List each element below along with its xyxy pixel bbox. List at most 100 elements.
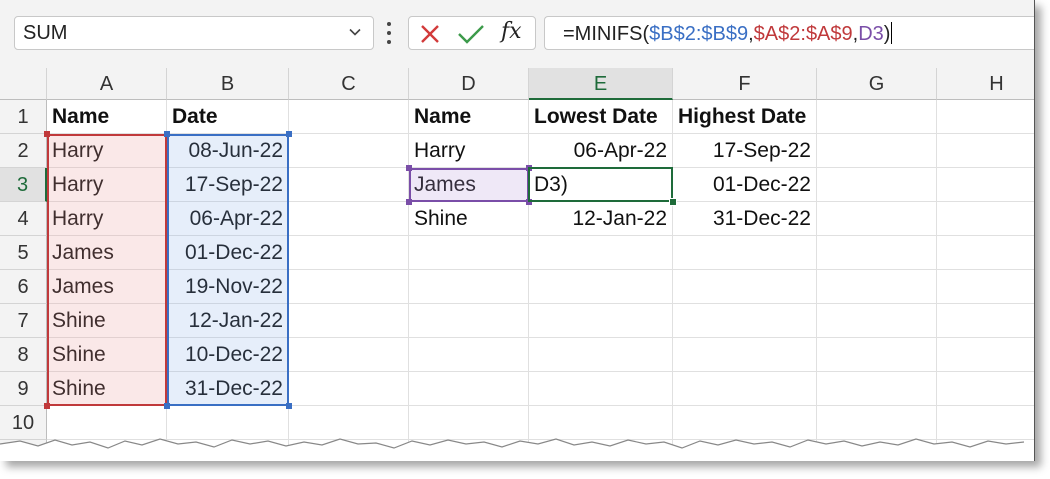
cell-e5[interactable] [529,236,673,270]
cell-b6[interactable]: 19-Nov-22 [167,270,289,304]
column-header-g[interactable]: G [817,68,937,100]
cell-a5[interactable]: James [47,236,167,270]
cell-e9[interactable] [529,372,673,406]
cell-a2[interactable]: Harry [47,134,167,168]
range-handle[interactable] [44,403,50,409]
cell-c3[interactable] [289,168,409,202]
row-header-3[interactable]: 3 [0,168,47,202]
cell-f5[interactable] [673,236,817,270]
column-header-f[interactable]: F [673,68,817,100]
cell-d9[interactable] [409,372,529,406]
range-handle[interactable] [286,403,292,409]
cell-b9[interactable]: 31-Dec-22 [167,372,289,406]
cell-f6[interactable] [673,270,817,304]
chevron-down-icon[interactable] [349,26,361,38]
cell-g8[interactable] [817,338,937,372]
cell-c9[interactable] [289,372,409,406]
cell-h8[interactable] [937,338,1034,372]
cell-d8[interactable] [409,338,529,372]
cell-h9[interactable] [937,372,1034,406]
cell-e7[interactable] [529,304,673,338]
cell-f4[interactable]: 31-Dec-22 [673,202,817,236]
cell-f7[interactable] [673,304,817,338]
cell-a8[interactable]: Shine [47,338,167,372]
cell-f3[interactable]: 01-Dec-22 [673,168,817,202]
cell-e4[interactable]: 12-Jan-22 [529,202,673,236]
cell-d6[interactable] [409,270,529,304]
cell-b2[interactable]: 08-Jun-22 [167,134,289,168]
column-header-a[interactable]: A [47,68,167,100]
column-header-e[interactable]: E [529,68,673,100]
range-handle[interactable] [406,165,412,171]
cell-g5[interactable] [817,236,937,270]
range-handle[interactable] [526,199,532,205]
cell-g2[interactable] [817,134,937,168]
cell-g1[interactable] [817,100,937,134]
row-header-5[interactable]: 5 [0,236,47,270]
name-box[interactable]: SUM [14,16,374,50]
cell-c5[interactable] [289,236,409,270]
cell-b4[interactable]: 06-Apr-22 [167,202,289,236]
cell-c1[interactable] [289,100,409,134]
cell-f2[interactable]: 17-Sep-22 [673,134,817,168]
row-header-1[interactable]: 1 [0,100,47,134]
cell-a9[interactable]: Shine [47,372,167,406]
range-handle[interactable] [164,131,170,137]
range-handle[interactable] [286,131,292,137]
row-header-9[interactable]: 9 [0,372,47,406]
cell-b1[interactable]: Date [167,100,289,134]
cell-e1[interactable]: Lowest Date [529,100,673,134]
fx-icon[interactable]: fx [501,19,522,44]
cell-a1[interactable]: Name [47,100,167,134]
cell-e6[interactable] [529,270,673,304]
cell-g6[interactable] [817,270,937,304]
range-handle[interactable] [44,131,50,137]
column-header-d[interactable]: D [409,68,529,100]
range-handle[interactable] [406,199,412,205]
cell-e8[interactable] [529,338,673,372]
cell-d4[interactable]: Shine [409,202,529,236]
cell-b8[interactable]: 10-Dec-22 [167,338,289,372]
cell-h1[interactable] [937,100,1034,134]
cell-d5[interactable] [409,236,529,270]
cell-a7[interactable]: Shine [47,304,167,338]
cell-h3[interactable] [937,168,1034,202]
cell-d2[interactable]: Harry [409,134,529,168]
cell-h6[interactable] [937,270,1034,304]
formula-input[interactable]: =MINIFS($B$2:$B$9,$A$2:$A$9,D3) [544,16,1034,50]
cell-d3[interactable]: James [409,168,529,202]
cell-c8[interactable] [289,338,409,372]
cell-b7[interactable]: 12-Jan-22 [167,304,289,338]
cell-f8[interactable] [673,338,817,372]
cell-h4[interactable] [937,202,1034,236]
range-handle[interactable] [526,165,532,171]
cell-e3[interactable]: D3) [529,168,673,202]
cell-c6[interactable] [289,270,409,304]
column-header-b[interactable]: B [167,68,289,100]
cell-d7[interactable] [409,304,529,338]
cell-g9[interactable] [817,372,937,406]
cell-c7[interactable] [289,304,409,338]
cell-h5[interactable] [937,236,1034,270]
cancel-icon[interactable] [419,23,441,45]
cell-a3[interactable]: Harry [47,168,167,202]
cell-c4[interactable] [289,202,409,236]
row-header-8[interactable]: 8 [0,338,47,372]
cell-c2[interactable] [289,134,409,168]
range-handle[interactable] [164,403,170,409]
cell-b5[interactable]: 01-Dec-22 [167,236,289,270]
more-options-icon[interactable] [386,20,392,46]
cell-g7[interactable] [817,304,937,338]
cell-a6[interactable]: James [47,270,167,304]
cell-h7[interactable] [937,304,1034,338]
cell-f1[interactable]: Highest Date [673,100,817,134]
cell-d1[interactable]: Name [409,100,529,134]
cell-f9[interactable] [673,372,817,406]
row-header-6[interactable]: 6 [0,270,47,304]
fill-handle[interactable] [669,198,677,206]
row-header-4[interactable]: 4 [0,202,47,236]
enter-icon[interactable] [457,23,485,45]
row-header-7[interactable]: 7 [0,304,47,338]
column-header-h[interactable]: H [937,68,1034,100]
cell-a4[interactable]: Harry [47,202,167,236]
